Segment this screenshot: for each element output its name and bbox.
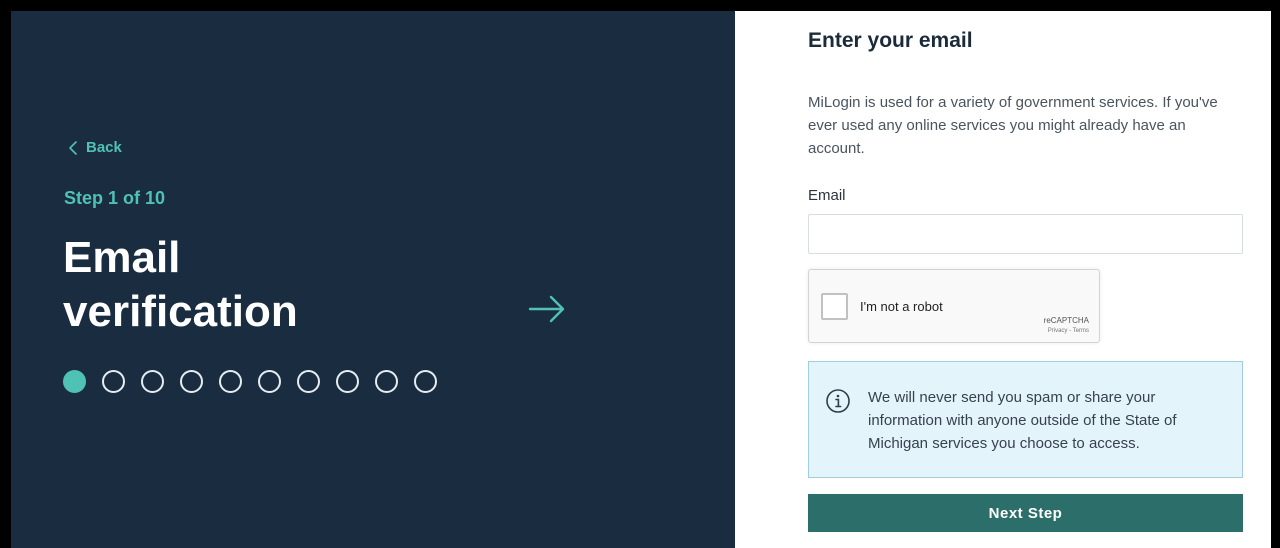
progress-dot: [180, 370, 203, 393]
screenshot-frame: Back Step 1 of 10 Email verification Ent…: [0, 0, 1280, 548]
recaptcha-checkbox[interactable]: [821, 293, 848, 320]
privacy-notice-text: We will never send you spam or share you…: [868, 389, 1177, 452]
recaptcha-label: I'm not a robot: [860, 299, 943, 314]
progress-dot: [375, 370, 398, 393]
recaptcha-widget: I'm not a robot reCAPTCHA Privacy - Term…: [808, 269, 1100, 343]
page-title-line-1: Email: [63, 233, 181, 282]
info-icon: [825, 388, 851, 419]
back-link-label: Back: [86, 139, 122, 156]
progress-dot: [258, 370, 281, 393]
arrow-right-icon: [527, 294, 567, 329]
progress-dot: [414, 370, 437, 393]
step-indicator: Step 1 of 10: [64, 188, 166, 208]
next-step-button[interactable]: Next Step: [808, 494, 1243, 532]
recaptcha-links[interactable]: Privacy - Terms: [1048, 328, 1089, 334]
page-title-line-2: verification: [63, 287, 298, 336]
progress-dot: [336, 370, 359, 393]
back-link[interactable]: Back: [69, 139, 122, 156]
email-form-panel: Enter your email MiLogin is used for a v…: [735, 11, 1271, 548]
progress-dot-active: [63, 370, 86, 393]
privacy-notice: We will never send you spam or share you…: [808, 361, 1243, 478]
progress-dot: [141, 370, 164, 393]
intro-text: MiLogin is used for a variety of governm…: [808, 94, 1218, 157]
email-label: Email: [808, 187, 846, 204]
chevron-left-icon: [69, 140, 77, 155]
form-title: Enter your email: [808, 29, 973, 52]
progress-dots: [63, 370, 437, 393]
page-title: Email verification: [63, 231, 483, 339]
progress-dot: [297, 370, 320, 393]
recaptcha-brand: reCAPTCHA: [1043, 316, 1089, 325]
left-panel: Back Step 1 of 10 Email verification: [11, 11, 735, 548]
progress-dot: [102, 370, 125, 393]
email-field[interactable]: [808, 214, 1243, 254]
progress-dot: [219, 370, 242, 393]
